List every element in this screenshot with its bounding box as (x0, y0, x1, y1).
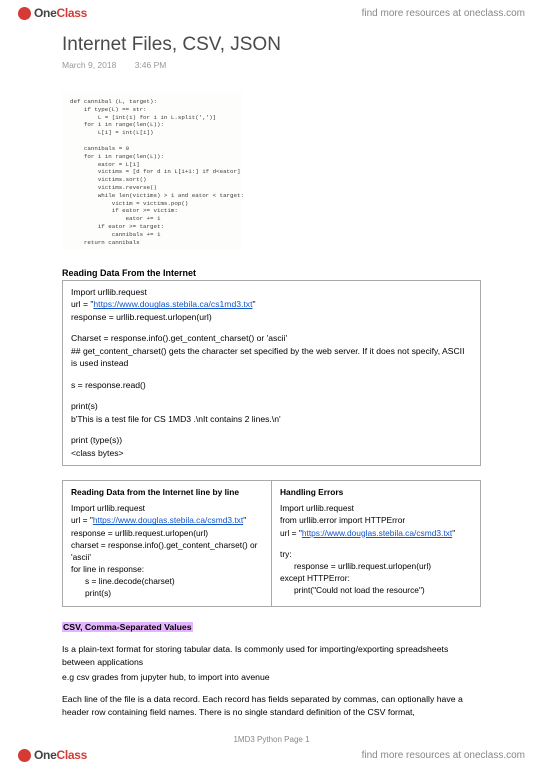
code-line: Charset = response.info().get_content_ch… (71, 332, 472, 344)
two-column-boxes: Reading Data from the Internet line by l… (62, 480, 481, 607)
meta-date: March 9, 2018 (62, 60, 116, 70)
code-line: from urllib.error import HTTPError (280, 514, 472, 526)
code-line: s = line.decode(charset) (71, 575, 263, 587)
document-page: Internet Files, CSV, JSON March 9, 2018 … (0, 24, 543, 718)
brand-text: OneClass (34, 748, 87, 762)
brand-logo-footer: OneClass (18, 748, 87, 762)
code-line: s = response.read() (71, 379, 472, 391)
logo-circle-icon (18, 7, 31, 20)
col-line-by-line: Reading Data from the Internet line by l… (62, 480, 271, 607)
code-line: Import urllib.request (280, 502, 472, 514)
code-line: for line in response: (71, 563, 263, 575)
reading-internet-box: Import urllib.request url = "https://www… (62, 280, 481, 466)
code-line: print(s) (71, 587, 263, 599)
find-more-bottom: find more resources at oneclass.com (362, 750, 525, 761)
url-link-2[interactable]: https://www.douglas.stebila.ca/csmd3.txt (93, 515, 243, 525)
code-snippet-image: def cannibal (L, target): if type(L) == … (62, 92, 242, 250)
code-line: print("Could not load the resource") (280, 584, 472, 596)
page-title: Internet Files, CSV, JSON (62, 34, 481, 56)
page-number: 1MD3 Python Page 1 (0, 735, 543, 744)
code-output: <class bytes> (71, 447, 472, 459)
find-more-top: find more resources at oneclass.com (362, 8, 525, 19)
section-reading-internet-h: Reading Data From the Internet (62, 268, 481, 278)
brand-one: One (34, 6, 56, 20)
brand-class: Class (56, 6, 87, 20)
code-line: except HTTPError: (280, 572, 472, 584)
csv-p2: e.g csv grades from jupyter hub, to impo… (62, 671, 481, 684)
url-link-1[interactable]: https://www.douglas.stebila.ca/cs1md3.tx… (93, 299, 252, 309)
logo-circle-icon (18, 749, 31, 762)
code-line: url = "https://www.douglas.stebila.ca/cs… (71, 298, 472, 310)
code-line: response = urllib.request.urlopen(url) (280, 560, 472, 572)
code-line: print (type(s)) (71, 434, 472, 446)
bottom-footer: OneClass find more resources at oneclass… (0, 744, 543, 770)
csv-p1: Is a plain-text format for storing tabul… (62, 643, 481, 668)
code-line: print(s) (71, 400, 472, 412)
col-handling-errors: Handling Errors Import urllib.request fr… (271, 480, 481, 607)
code-line: response = urllib.request.urlopen(url) (71, 527, 263, 539)
url-link-3[interactable]: https://www.douglas.stebila.ca/csmd3.txt (302, 528, 452, 538)
code-line: charset = response.info().get_content_ch… (71, 539, 263, 563)
csv-section: CSV, Comma-Separated Values Is a plain-t… (62, 621, 481, 719)
code-line: response = urllib.request.urlopen(url) (71, 311, 472, 323)
code-line: Import urllib.request (71, 502, 263, 514)
brand-text: OneClass (34, 6, 87, 20)
code-line: Import urllib.request (71, 286, 472, 298)
code-comment: ## get_content_charset() gets the charac… (71, 345, 472, 370)
top-header: OneClass find more resources at oneclass… (0, 0, 543, 24)
csv-heading: CSV, Comma-Separated Values (62, 622, 193, 632)
code-line: url = "https://www.douglas.stebila.ca/cs… (71, 514, 263, 526)
csv-p3: Each line of the file is a data record. … (62, 693, 481, 718)
brand-logo: OneClass (18, 6, 87, 20)
page-meta: March 9, 2018 3:46 PM (62, 60, 481, 70)
col-left-heading: Reading Data from the Internet line by l… (71, 486, 263, 498)
col-right-heading: Handling Errors (280, 486, 472, 498)
code-output: b'This is a test file for CS 1MD3 .\nIt … (71, 413, 472, 425)
meta-time: 3:46 PM (135, 60, 167, 70)
code-line: url = "https://www.douglas.stebila.ca/cs… (280, 527, 472, 539)
code-line: try: (280, 548, 472, 560)
